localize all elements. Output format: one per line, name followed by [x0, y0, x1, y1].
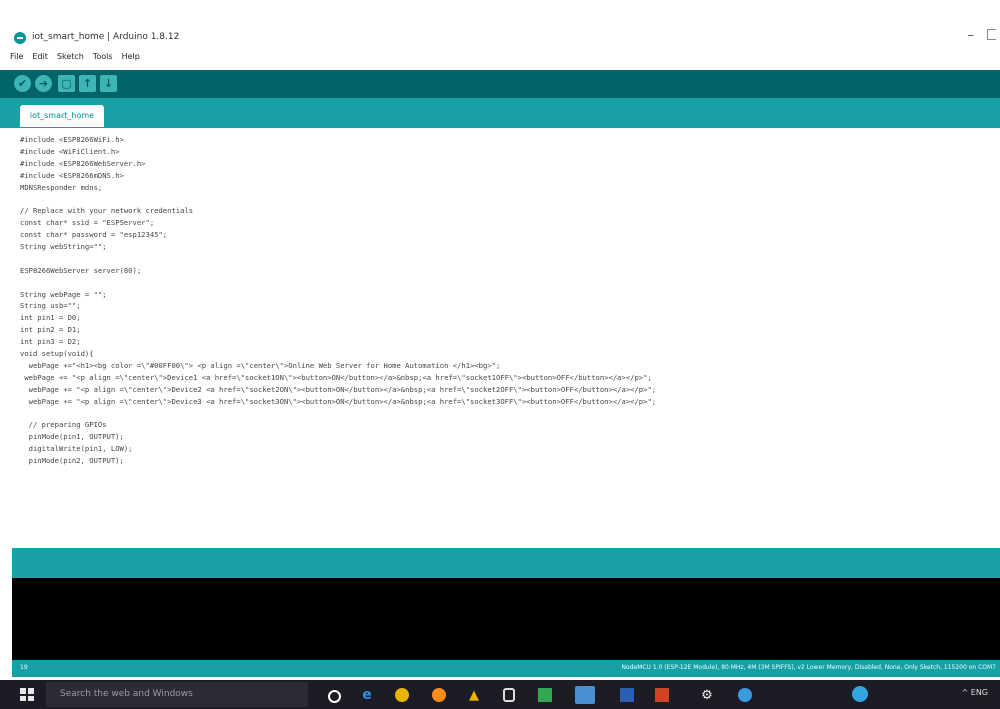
chrome-icon[interactable] [395, 688, 409, 702]
menu-tools[interactable]: Tools [93, 52, 113, 68]
network-status-icon[interactable] [852, 686, 868, 702]
code-line: digitalWrite(pin1, LOW); [20, 444, 133, 454]
code-line: webPage += "<p align =\"center\">Device3… [20, 396, 657, 406]
window-title: iot_smart_home | Arduino 1.8.12 [32, 32, 180, 42]
checkmark-icon: ✔ [17, 77, 28, 90]
minimize-button[interactable]: – [968, 28, 975, 43]
menu-edit[interactable]: Edit [32, 52, 48, 68]
code-line: pinMode(pin2, OUTPUT); [20, 456, 124, 466]
code-line: void setup(void){ [20, 349, 94, 359]
code-line: int pin1 = D0; [20, 313, 81, 323]
code-line: pinMode(pin1, OUTPUT); [20, 432, 124, 442]
code-line: // Replace with your network credentials [20, 206, 194, 216]
arrow-up-icon: ↑ [82, 77, 93, 90]
line-number: 19 [20, 664, 28, 671]
menu-file[interactable]: File [10, 52, 23, 68]
edge-browser-icon[interactable]: e [360, 687, 374, 703]
verify-button[interactable]: ✔ [14, 75, 31, 92]
code-line: int pin2 = D1; [20, 325, 81, 335]
gear-icon[interactable]: ⚙ [700, 688, 714, 703]
code-text: #include <ESP8266WiFi.h> #include <WiFiCl… [20, 134, 656, 467]
arrow-right-icon: ➔ [38, 77, 49, 90]
code-line: String webString=""; [20, 242, 107, 252]
code-line: const char* ssid = "ESPServer"; [20, 218, 155, 228]
arduino-logo-icon [14, 32, 26, 44]
menu-help[interactable]: Help [122, 52, 140, 68]
code-line: int pin3 = D2; [20, 337, 81, 347]
system-tray[interactable]: ^ ENG [962, 688, 988, 697]
windows-start-icon[interactable] [20, 688, 34, 701]
vlc-icon[interactable]: ▲ [467, 688, 481, 703]
file-icon[interactable] [503, 688, 515, 702]
taskbar: Search the web and Windows e ▲ ⚙ ^ ENG [0, 680, 1000, 709]
tab-bar: iot_smart_home [0, 98, 1000, 128]
code-line: #include <WiFiClient.h> [20, 146, 120, 156]
maximize-button[interactable] [987, 29, 996, 40]
code-line: ESP8266WebServer server(80); [20, 265, 142, 275]
arduino-taskbar-icon[interactable] [575, 686, 595, 704]
code-editor[interactable]: #include <ESP8266WiFi.h> #include <WiFiCl… [0, 128, 1000, 545]
save-sketch-button[interactable]: ↓ [100, 75, 117, 92]
new-file-icon: ▢ [61, 77, 72, 90]
code-line: MDNSResponder mdns; [20, 182, 103, 192]
tab-sketch[interactable]: iot_smart_home [20, 105, 104, 127]
console-header [12, 548, 1000, 578]
code-line: // preparing GPIOs [20, 420, 107, 430]
powerpoint-icon[interactable] [655, 688, 669, 702]
arrow-down-icon: ↓ [103, 77, 114, 90]
menu-bar: File Edit Sketch Tools Help [10, 52, 140, 68]
upload-button[interactable]: ➔ [35, 75, 52, 92]
cortana-icon[interactable] [328, 690, 341, 703]
board-info: NodeMCU 1.0 (ESP-12E Module), 80 MHz, 4M… [621, 664, 996, 671]
code-line: String usb=""; [20, 301, 81, 311]
code-line: const char* password = "esp12345"; [20, 230, 168, 240]
code-line: webPage +="<h1><bg color =\"#00FF00\"> <… [20, 360, 501, 370]
status-bar: 19 NodeMCU 1.0 (ESP-12E Module), 80 MHz,… [12, 660, 1000, 677]
code-line: #include <ESP8266mDNS.h> [20, 170, 124, 180]
help-icon[interactable] [738, 688, 752, 702]
new-sketch-button[interactable]: ▢ [58, 75, 75, 92]
toolbar: ✔ ➔ ▢ ↑ ↓ [0, 70, 1000, 98]
firefox-icon[interactable] [432, 688, 446, 702]
spreadsheet-icon[interactable] [538, 688, 552, 702]
title-bar: iot_smart_home | Arduino 1.8.12 – [0, 28, 1000, 50]
code-line: webPage += "<p align =\"center\">Device1… [20, 372, 652, 382]
code-line: String webPage = ""; [20, 289, 107, 299]
menu-sketch[interactable]: Sketch [57, 52, 84, 68]
code-line: #include <ESP8266WebServer.h> [20, 158, 146, 168]
open-sketch-button[interactable]: ↑ [79, 75, 96, 92]
taskbar-search-input[interactable]: Search the web and Windows [46, 682, 308, 707]
tray-text: ^ ENG [961, 688, 988, 697]
console-output [12, 578, 1000, 660]
code-line: webPage += "<p align =\"center\">Device2… [20, 384, 657, 394]
code-line: #include <ESP8266WiFi.h> [20, 135, 124, 144]
word-icon[interactable] [620, 688, 634, 702]
